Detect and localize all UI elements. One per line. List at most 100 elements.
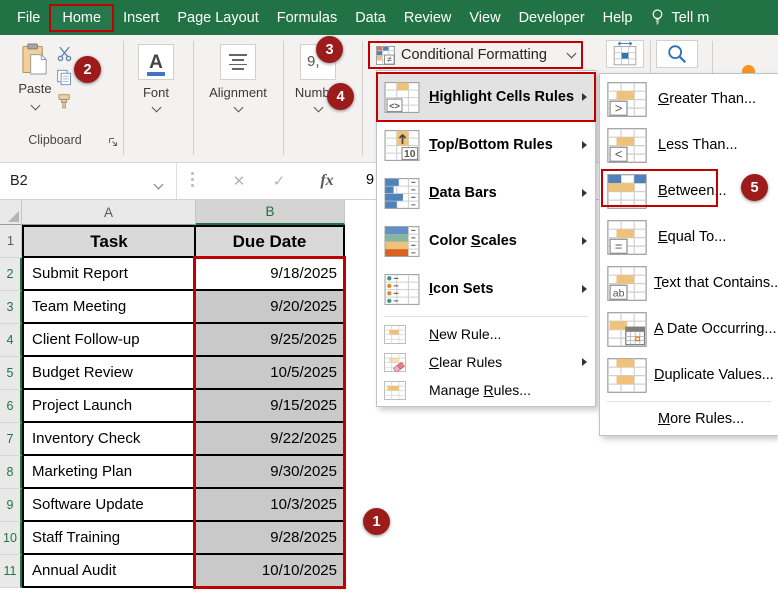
tab-view[interactable]: View xyxy=(460,4,509,32)
tab-developer[interactable]: Developer xyxy=(510,4,594,32)
row-header-4[interactable]: 4 xyxy=(0,324,22,357)
less-than-icon: < xyxy=(605,127,651,163)
paste-icon xyxy=(21,43,50,79)
tab-file[interactable]: File xyxy=(8,4,49,32)
tab-home[interactable]: Home xyxy=(49,3,115,32)
menu-item-label: Top/Bottom Rules xyxy=(429,137,553,153)
cell-a9[interactable]: Software Update xyxy=(22,489,196,522)
cell-b6[interactable]: 9/15/2025 xyxy=(196,390,345,423)
cell-b10[interactable]: 9/28/2025 xyxy=(196,522,345,555)
cell-a11[interactable]: Annual Audit xyxy=(22,555,196,588)
menu-item-highlight-cells-rules[interactable]: <> Highlight Cells Rules xyxy=(376,72,596,122)
menu-item-top-bottom-rules[interactable]: 10 Top/Bottom Rules xyxy=(377,121,595,169)
chevron-down-icon xyxy=(151,102,161,113)
menu-item-greater-than[interactable]: > Greater Than... xyxy=(600,76,778,122)
menu-item-less-than[interactable]: < Less Than... xyxy=(600,122,778,168)
row-header-7[interactable]: 7 xyxy=(0,423,22,456)
menu-item-label: Greater Than... xyxy=(658,91,757,107)
menu-item-equal-to[interactable]: = Equal To... xyxy=(600,214,778,260)
sheet-row-1: 1 Task Due Date xyxy=(0,225,345,258)
name-box[interactable]: B2 xyxy=(0,163,177,199)
column-header-a[interactable]: A xyxy=(22,200,196,225)
search-button[interactable] xyxy=(656,40,698,68)
font-group-button[interactable]: A Font xyxy=(111,44,201,113)
cell-a4[interactable]: Client Follow-up xyxy=(22,324,196,357)
row-header-6[interactable]: 6 xyxy=(0,390,22,423)
row-header-1[interactable]: 1 xyxy=(0,225,22,258)
cell-a7[interactable]: Inventory Check xyxy=(22,423,196,456)
alignment-icon xyxy=(220,44,256,80)
step-badge-1: 1 xyxy=(363,508,390,535)
chevron-down-icon xyxy=(233,102,243,113)
row-header-9[interactable]: 9 xyxy=(0,489,22,522)
menu-item-label: Highlight Cells Rules xyxy=(429,89,575,105)
row-header-11[interactable]: 11 xyxy=(0,555,22,588)
copy-button[interactable] xyxy=(56,69,73,86)
column-header-b[interactable]: B xyxy=(196,200,345,225)
formula-bar-value[interactable]: 9 xyxy=(366,172,374,188)
alignment-group-button[interactable]: Alignment xyxy=(193,44,283,113)
cell-b9[interactable]: 10/3/2025 xyxy=(196,489,345,522)
cell-b7[interactable]: 9/22/2025 xyxy=(196,423,345,456)
clipboard-group-label: Clipboard xyxy=(28,133,82,147)
menu-item-duplicate-values[interactable]: Duplicate Values... xyxy=(600,352,778,398)
menu-item-text-that-contains[interactable]: ab Text that Contains... xyxy=(600,260,778,306)
chevron-down-icon xyxy=(30,100,40,111)
tell-me-box[interactable]: Tell m xyxy=(671,10,709,26)
format-painter-button[interactable] xyxy=(56,93,73,110)
tab-formulas[interactable]: Formulas xyxy=(268,4,346,32)
cell-a10[interactable]: Staff Training xyxy=(22,522,196,555)
submenu-arrow-icon xyxy=(582,189,587,197)
menu-item-data-bars[interactable]: Data Bars xyxy=(377,169,595,217)
menu-item-icon-sets[interactable]: Icon Sets xyxy=(377,265,595,313)
tab-insert[interactable]: Insert xyxy=(114,4,168,32)
menu-item-new-rule[interactable]: New Rule... xyxy=(377,320,595,348)
row-header-2[interactable]: 2 xyxy=(0,258,22,291)
cell-a6[interactable]: Project Launch xyxy=(22,390,196,423)
cell-a3[interactable]: Team Meeting xyxy=(22,291,196,324)
tab-data[interactable]: Data xyxy=(346,4,395,32)
tab-help[interactable]: Help xyxy=(594,4,642,32)
chevron-down-icon xyxy=(566,48,577,59)
format-table-icon xyxy=(610,41,640,67)
row-header-5[interactable]: 5 xyxy=(0,357,22,390)
row-header-10[interactable]: 10 xyxy=(0,522,22,555)
lightbulb-icon xyxy=(651,8,664,27)
tab-review[interactable]: Review xyxy=(395,4,461,32)
format-cells-button[interactable] xyxy=(606,40,644,68)
cut-button[interactable] xyxy=(56,45,73,62)
cell-b11[interactable]: 10/10/2025 xyxy=(196,555,345,588)
cell-b3[interactable]: 9/20/2025 xyxy=(196,291,345,324)
cell-b2[interactable]: 9/18/2025 xyxy=(196,258,345,291)
cell-a2[interactable]: Submit Report xyxy=(22,258,196,291)
cancel-button[interactable]: ✕ xyxy=(224,163,254,199)
highlight-cells-rules-submenu: > Greater Than... < Less Than... Between... =… xyxy=(599,73,778,436)
insert-function-button[interactable]: fx xyxy=(312,163,342,199)
cell-a5[interactable]: Budget Review xyxy=(22,357,196,390)
sheet-row-5: 5 Budget Review 10/5/2025 xyxy=(0,357,345,390)
row-header-8[interactable]: 8 xyxy=(0,456,22,489)
paste-button[interactable]: Paste xyxy=(12,43,58,119)
menu-item-clear-rules[interactable]: Clear Rules xyxy=(377,348,595,376)
cell-b1[interactable]: Due Date xyxy=(196,225,345,258)
cell-b4[interactable]: 9/25/2025 xyxy=(196,324,345,357)
cell-a1[interactable]: Task xyxy=(22,225,196,258)
menu-item-manage-rules[interactable]: Manage Rules... xyxy=(377,376,595,404)
menu-item-label: Less Than... xyxy=(658,137,738,153)
greater-than-icon: > xyxy=(605,81,651,117)
tab-page-layout[interactable]: Page Layout xyxy=(168,4,267,32)
menu-item-color-scales[interactable]: Color Scales xyxy=(377,217,595,265)
menu-item-more-rules[interactable]: More Rules... xyxy=(600,405,778,433)
search-icon xyxy=(666,43,688,65)
ribbon-tab-bar: File Home Insert Page Layout Formulas Data Rev… xyxy=(0,0,778,35)
formula-bar-resize-handle[interactable] xyxy=(191,172,194,187)
cell-a8[interactable]: Marketing Plan xyxy=(22,456,196,489)
cell-b8[interactable]: 9/30/2025 xyxy=(196,456,345,489)
row-header-3[interactable]: 3 xyxy=(0,291,22,324)
clipboard-dialog-launcher[interactable] xyxy=(108,135,118,150)
enter-button[interactable]: ✓ xyxy=(264,163,294,199)
menu-item-a-date-occurring[interactable]: A Date Occurring... xyxy=(600,306,778,352)
conditional-formatting-button[interactable]: ≠ Conditional Formatting xyxy=(368,41,583,69)
select-all-button[interactable] xyxy=(0,200,22,225)
cell-b5[interactable]: 10/5/2025 xyxy=(196,357,345,390)
